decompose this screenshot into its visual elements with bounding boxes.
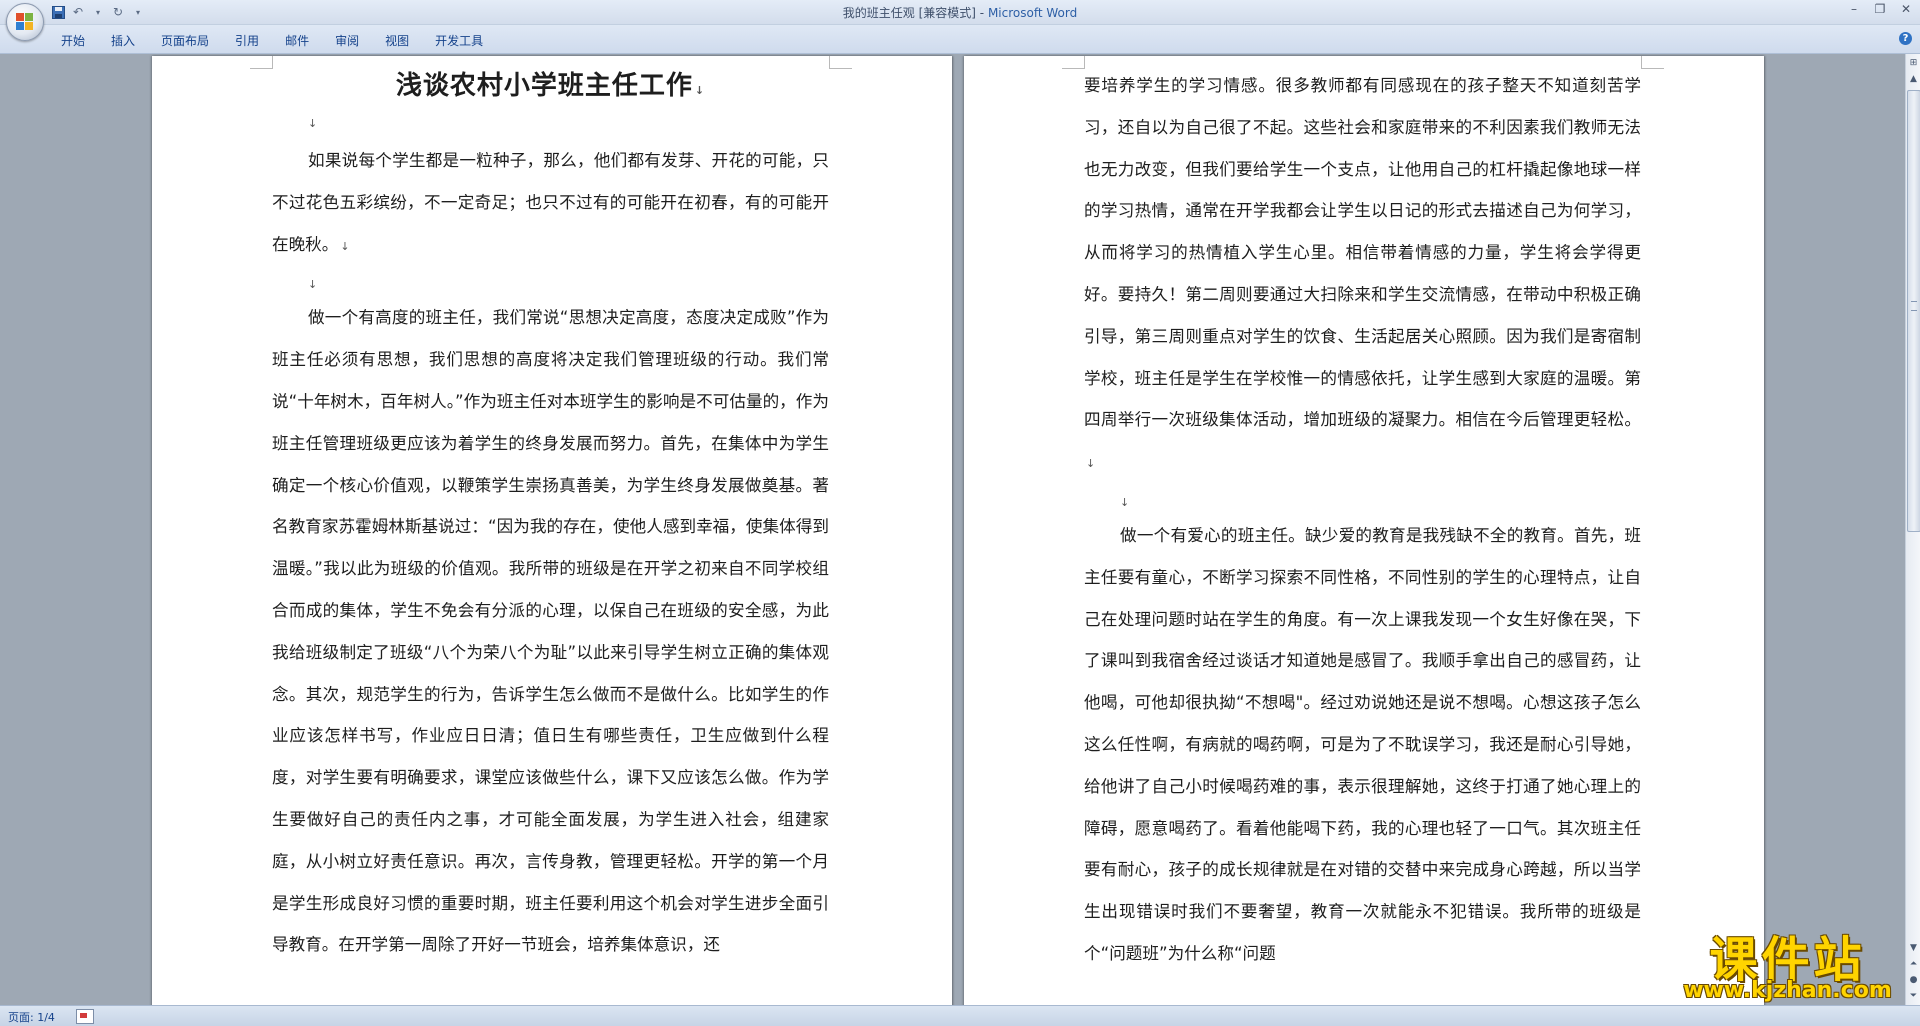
paragraph-text: 做一个有爱心的班主任。缺少爱的教育是我残缺不全的教育。首先，班主任要有童心，不断…: [1084, 525, 1641, 963]
paragraph-text: 要培养学生的学习情感。很多教师都有同感现在的孩子整天不知道刻苦学习，还自以为自己…: [1084, 76, 1641, 430]
office-logo-icon: [16, 13, 34, 31]
page-1[interactable]: 浅谈农村小学班主任工作 ↓ ↓ 如果说每个学生都是一粒种子，那么，他们都有发芽、开…: [152, 56, 952, 1005]
select-browse-object-icon[interactable]: ●: [1907, 973, 1920, 987]
body-paragraph: 如果说每个学生都是一粒种子，那么，他们都有发芽、开花的可能，只不过花色五彩缤纷，…: [272, 140, 829, 267]
margin-corner-mark: [250, 56, 273, 69]
paragraph-mark: ↓: [340, 239, 350, 253]
title-separator: -: [975, 6, 988, 20]
tab-page-layout[interactable]: 页面布局: [148, 30, 222, 51]
previous-page-icon[interactable]: ⏶: [1907, 957, 1920, 971]
tab-home[interactable]: 开始: [48, 30, 98, 51]
restore-icon[interactable]: ❐: [1872, 2, 1888, 16]
paragraph-mark: ↓: [1086, 457, 1096, 471]
scroll-grip-icon: [1911, 301, 1917, 311]
vertical-scrollbar[interactable]: ⊞ ▲ ▼ ⏶ ● ⏷: [1905, 54, 1920, 1005]
title-bar: ↶ ▾ ↻ ▾ 我的班主任观 [兼容模式] - Microsoft Word –…: [0, 0, 1920, 25]
paragraph-mark: ↓: [694, 84, 706, 97]
margin-corner-mark: [1062, 56, 1085, 69]
minimize-icon[interactable]: –: [1846, 2, 1862, 16]
status-bar: 页面: 1/4: [0, 1005, 1920, 1026]
document-area[interactable]: 浅谈农村小学班主任工作 ↓ ↓ 如果说每个学生都是一粒种子，那么，他们都有发芽、开…: [0, 54, 1905, 1005]
tab-insert[interactable]: 插入: [98, 30, 148, 51]
ribbon: 开始 插入 页面布局 引用 邮件 审阅 视图 开发工具 ?: [0, 25, 1920, 54]
application-name: Microsoft Word: [987, 6, 1078, 20]
scroll-thumb[interactable]: [1907, 90, 1920, 532]
body-paragraph: 做一个有爱心的班主任。缺少爱的教育是我残缺不全的教育。首先，班主任要有童心，不断…: [1084, 515, 1641, 975]
scroll-down-icon[interactable]: ▼: [1907, 941, 1920, 955]
margin-corner-mark: [1641, 56, 1664, 69]
paragraph-text: 做一个有高度的班主任，我们常说“思想决定高度，态度决定成败”作为班主任必须有思想…: [272, 308, 829, 955]
tab-mailings[interactable]: 邮件: [272, 30, 322, 51]
next-page-icon[interactable]: ⏷: [1907, 989, 1920, 1003]
document-title-text: 浅谈农村小学班主任工作: [395, 71, 693, 101]
page-1-text: 浅谈农村小学班主任工作 ↓ ↓ 如果说每个学生都是一粒种子，那么，他们都有发芽、开…: [272, 66, 829, 966]
site-watermark: 课件站 www.kjzhan.com: [1670, 920, 1905, 1005]
page-2[interactable]: 要培养学生的学习情感。很多教师都有同感现在的孩子整天不知道刻苦学习，还自以为自己…: [964, 56, 1764, 1005]
proofing-status-icon[interactable]: [76, 1009, 94, 1024]
scroll-up-icon[interactable]: ▲: [1907, 72, 1920, 86]
window-controls: – ❐ ✕: [1846, 2, 1914, 16]
page-2-text: 要培养学生的学习情感。很多教师都有同感现在的孩子整天不知道刻苦学习，还自以为自己…: [1084, 66, 1641, 975]
window-title: 我的班主任观 [兼容模式] - Microsoft Word: [0, 4, 1920, 21]
margin-corner-mark: [829, 56, 852, 69]
tab-review[interactable]: 审阅: [322, 30, 372, 51]
paragraph-text: 如果说每个学生都是一粒种子，那么，他们都有发芽、开花的可能，只不过花色五彩缤纷，…: [272, 151, 829, 254]
tab-references[interactable]: 引用: [222, 30, 272, 51]
ribbon-tabs: 开始 插入 页面布局 引用 邮件 审阅 视图 开发工具: [48, 30, 496, 51]
tab-developer[interactable]: 开发工具: [422, 30, 496, 51]
empty-paragraph: ↓: [308, 117, 318, 130]
document-name: 我的班主任观 [兼容模式]: [842, 6, 976, 20]
watermark-url: www.kjzhan.com: [1683, 978, 1892, 1003]
body-paragraph: 要培养学生的学习情感。很多教师都有同感现在的孩子整天不知道刻苦学习，还自以为自己…: [1084, 65, 1641, 485]
tab-view[interactable]: 视图: [372, 30, 422, 51]
help-icon[interactable]: ?: [1899, 32, 1912, 45]
page-count[interactable]: 页面: 1/4: [8, 1009, 55, 1025]
document-title: 浅谈农村小学班主任工作 ↓: [272, 66, 829, 106]
body-paragraph: 做一个有高度的班主任，我们常说“思想决定高度，态度决定成败”作为班主任必须有思想…: [272, 297, 829, 966]
close-icon[interactable]: ✕: [1898, 2, 1914, 16]
view-ruler-icon[interactable]: ⊞: [1907, 56, 1920, 70]
office-button[interactable]: [6, 3, 44, 41]
